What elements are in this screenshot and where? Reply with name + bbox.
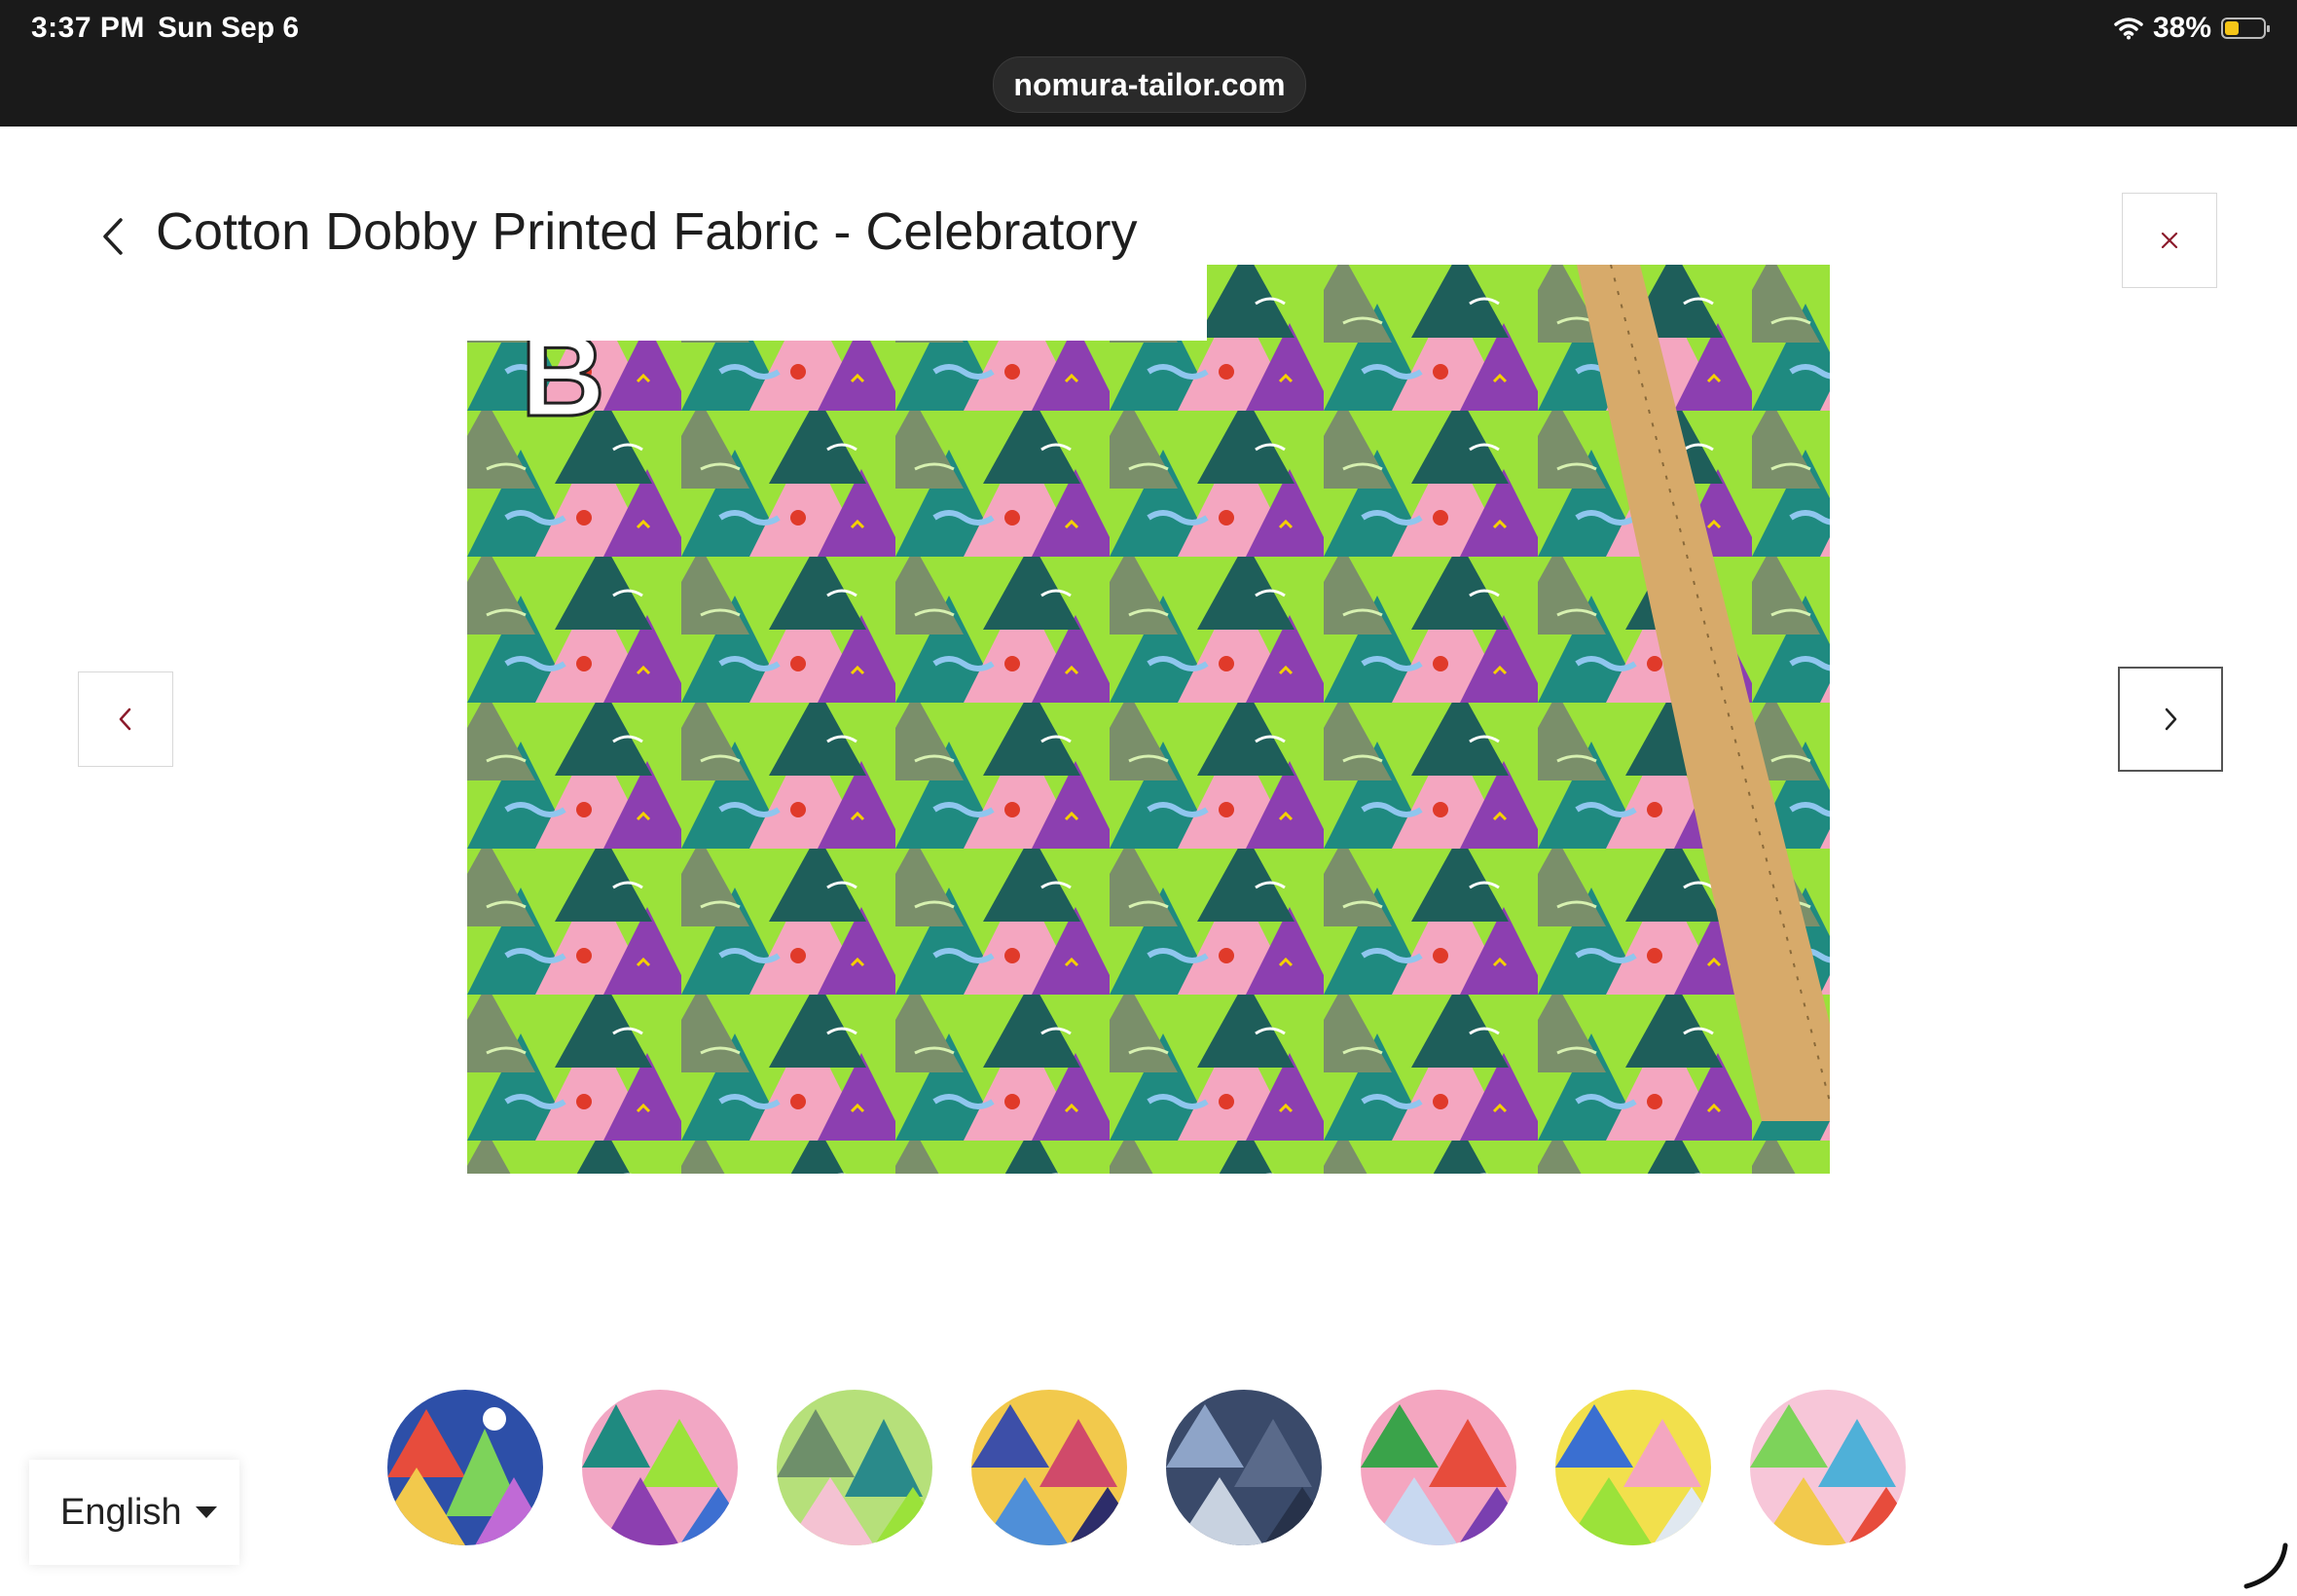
url-bar[interactable]: nomura-tailor.com [993,56,1306,113]
close-button[interactable] [2122,193,2217,288]
status-bar: 3:37 PM Sun Sep 6 38% nomura-tailor.com [0,0,2297,127]
status-time: 3:37 PM [31,12,145,44]
status-date: Sun Sep 6 [158,12,300,44]
thumbnail-6[interactable] [1361,1390,1516,1545]
previous-image-button[interactable] [78,671,173,767]
thumbnail-7[interactable] [1555,1390,1711,1545]
status-indicators: 38% [2114,12,2270,45]
thumbnail-5[interactable] [1166,1390,1322,1545]
battery-icon [2221,18,2270,39]
next-image-button[interactable] [2118,667,2223,772]
battery-level [2225,21,2239,35]
back-button[interactable] [93,212,132,261]
loading-spinner-icon [2243,1542,2288,1589]
language-label: English [60,1491,182,1533]
thumbnail-strip [387,1390,1906,1545]
thumbnail-1[interactable] [387,1390,543,1545]
battery-percent: 38% [2152,12,2211,44]
chevron-left-icon [119,707,131,731]
wifi-icon [2114,18,2143,40]
close-icon [2161,232,2178,249]
product-title: Cotton Dobby Printed Fabric - Celebrator… [156,202,1138,261]
caret-down-icon [195,1506,217,1518]
fabric-image: B [467,265,1830,1174]
thumbnail-3[interactable] [777,1390,932,1545]
thumbnail-2[interactable] [582,1390,738,1545]
language-selector[interactable]: English [29,1460,239,1565]
title-backdrop [467,265,1207,341]
thumbnail-8[interactable] [1750,1390,1906,1545]
chevron-right-icon [2165,707,2177,731]
chevron-left-icon [103,218,123,255]
thumbnail-4[interactable] [971,1390,1127,1545]
